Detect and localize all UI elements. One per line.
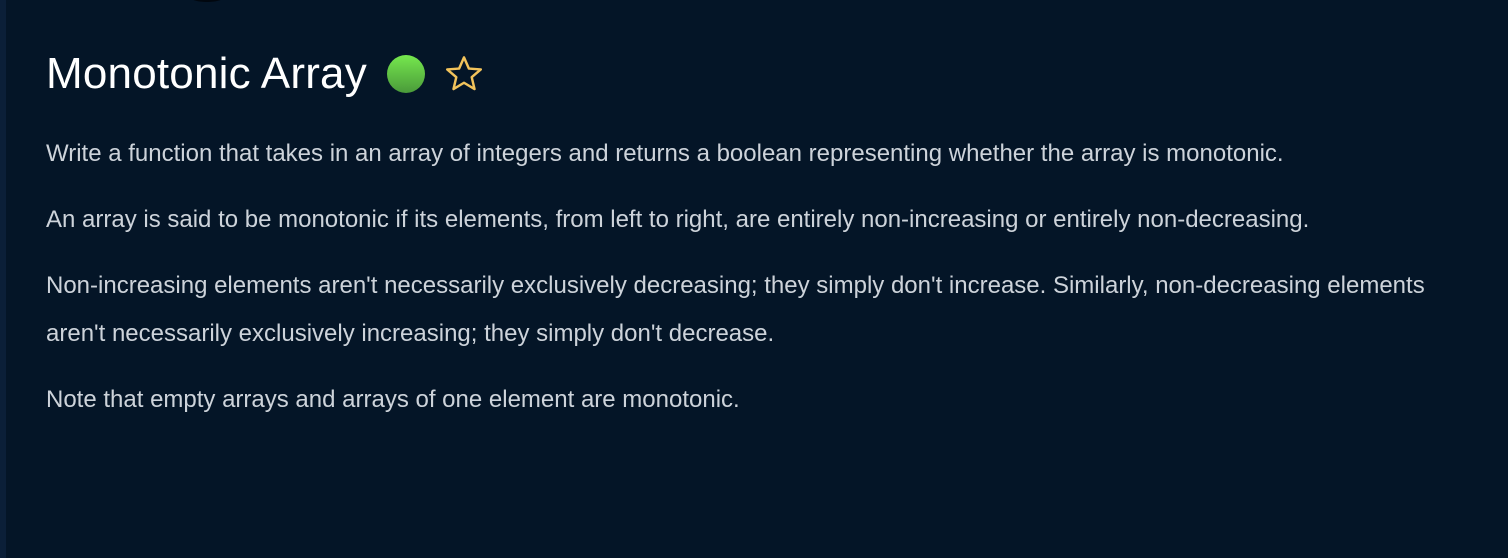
paragraph: Write a function that takes in an array … [46, 140, 1284, 167]
star-outline-icon[interactable] [443, 53, 485, 95]
paragraph: Non-increasing elements aren't necessari… [46, 272, 1425, 347]
paragraph: An array is said to be monotonic if its … [46, 206, 1310, 233]
difficulty-indicator-icon [386, 55, 425, 93]
paragraph: Note that empty arrays and arrays of one… [46, 386, 740, 413]
problem-title: Monotonic Array [46, 49, 367, 98]
left-panel-edge [0, 0, 6, 558]
problem-body: Write a function that takes in an array … [46, 130, 1466, 424]
problem-description: Monotonic Array Write a function that ta… [46, 44, 1466, 442]
problem-header: Monotonic Array [46, 44, 1466, 104]
top-shadow [190, 0, 224, 2]
